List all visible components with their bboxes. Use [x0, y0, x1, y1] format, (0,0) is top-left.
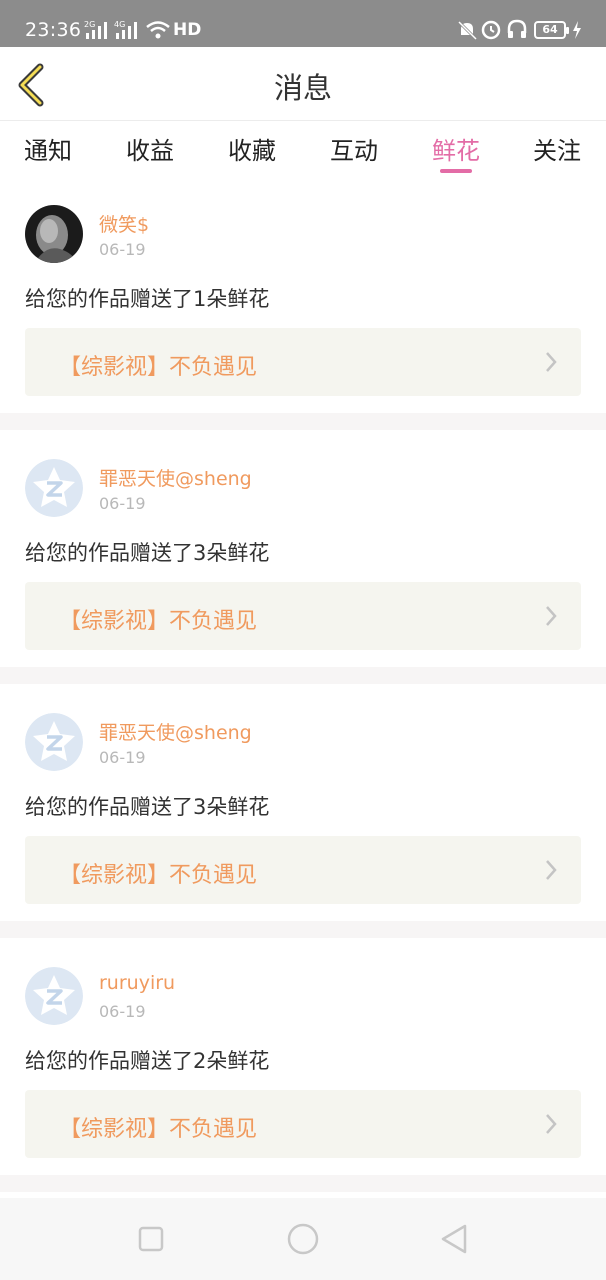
chevron-right-icon — [546, 352, 557, 372]
status-bar: 23:36 2G 4G HD 64 — [0, 0, 606, 47]
tab-notifications[interactable]: 通知 — [24, 131, 72, 166]
message-list: 微笑$ 06-19 给您的作品赠送了1朵鲜花 【综影视】不负遇见 罪恶天使@sh… — [0, 176, 606, 1192]
user-photo-icon — [25, 205, 83, 263]
message-item: 罪恶天使@sheng 06-19 给您的作品赠送了3朵鲜花 【综影视】不负遇见 — [0, 684, 606, 921]
home-button[interactable] — [286, 1222, 320, 1256]
message-text: 给您的作品赠送了3朵鲜花 — [25, 795, 270, 819]
back-nav-button[interactable] — [438, 1222, 472, 1256]
work-link[interactable]: 【综影视】不负遇见 — [25, 836, 581, 904]
work-link[interactable]: 【综影视】不负遇见 — [25, 582, 581, 650]
svg-text:4G: 4G — [114, 20, 125, 29]
signal-icon: 4G — [114, 20, 137, 39]
recent-apps-button[interactable] — [134, 1222, 168, 1256]
app-header: 消息 — [0, 47, 606, 121]
message-date: 06-19 — [99, 240, 146, 259]
message-item: 微笑$ 06-19 给您的作品赠送了1朵鲜花 【综影视】不负遇见 — [0, 176, 606, 413]
avatar[interactable] — [25, 713, 83, 771]
work-link[interactable]: 【综影视】不负遇见 — [25, 328, 581, 396]
tab-follows[interactable]: 关注 — [533, 131, 581, 166]
username[interactable]: 罪恶天使@sheng — [99, 718, 252, 745]
charging-icon — [573, 21, 581, 39]
message-text: 给您的作品赠送了3朵鲜花 — [25, 541, 270, 565]
work-link[interactable]: 【综影视】不负遇见 — [25, 1090, 581, 1158]
tab-bar: 通知 收益 收藏 互动 鲜花 关注 — [0, 121, 606, 176]
default-avatar-icon — [25, 967, 83, 1025]
username[interactable]: 微笑$ — [99, 210, 149, 237]
tab-interactions[interactable]: 互动 — [330, 131, 378, 166]
chevron-right-icon — [546, 606, 557, 626]
avatar[interactable] — [25, 205, 83, 263]
chevron-right-icon — [546, 860, 557, 880]
message-item: ruruyiru 06-19 给您的作品赠送了2朵鲜花 【综影视】不负遇见 — [0, 938, 606, 1175]
chevron-right-icon — [546, 1114, 557, 1134]
work-title: 【综影视】不负遇见 — [59, 863, 258, 888]
svg-text:2G: 2G — [84, 20, 95, 29]
work-title: 【综影视】不负遇见 — [59, 609, 258, 634]
divider — [0, 667, 606, 684]
battery-level: 64 — [542, 23, 558, 36]
message-date: 06-19 — [99, 748, 146, 767]
username[interactable]: 罪恶天使@sheng — [99, 464, 252, 491]
battery-icon: 64 — [534, 21, 569, 39]
tab-earnings[interactable]: 收益 — [126, 131, 174, 166]
signal-icon: 2G — [84, 20, 107, 39]
mute-notification-icon — [457, 20, 478, 41]
page-title: 消息 — [273, 71, 332, 105]
headphones-icon — [507, 19, 527, 38]
avatar[interactable] — [25, 459, 83, 517]
active-tab-indicator — [440, 169, 472, 173]
divider — [0, 921, 606, 938]
system-nav-bar — [0, 1198, 606, 1280]
message-text: 给您的作品赠送了1朵鲜花 — [25, 287, 270, 311]
message-date: 06-19 — [99, 1002, 146, 1021]
default-avatar-icon — [25, 459, 83, 517]
work-title: 【综影视】不负遇见 — [59, 1117, 258, 1142]
tab-flowers[interactable]: 鲜花 — [432, 131, 480, 166]
tab-favorites[interactable]: 收藏 — [228, 131, 276, 166]
default-avatar-icon — [25, 713, 83, 771]
message-item: 罪恶天使@sheng 06-19 给您的作品赠送了3朵鲜花 【综影视】不负遇见 — [0, 430, 606, 667]
divider — [0, 413, 606, 430]
username[interactable]: ruruyiru — [99, 972, 175, 994]
alarm-icon — [481, 20, 501, 40]
divider — [0, 1175, 606, 1192]
work-title: 【综影视】不负遇见 — [59, 355, 258, 380]
message-text: 给您的作品赠送了2朵鲜花 — [25, 1049, 270, 1073]
message-date: 06-19 — [99, 494, 146, 513]
avatar[interactable] — [25, 967, 83, 1025]
wifi-icon — [146, 21, 170, 39]
hd-label: HD — [173, 20, 202, 40]
status-time: 23:36 — [25, 19, 82, 41]
